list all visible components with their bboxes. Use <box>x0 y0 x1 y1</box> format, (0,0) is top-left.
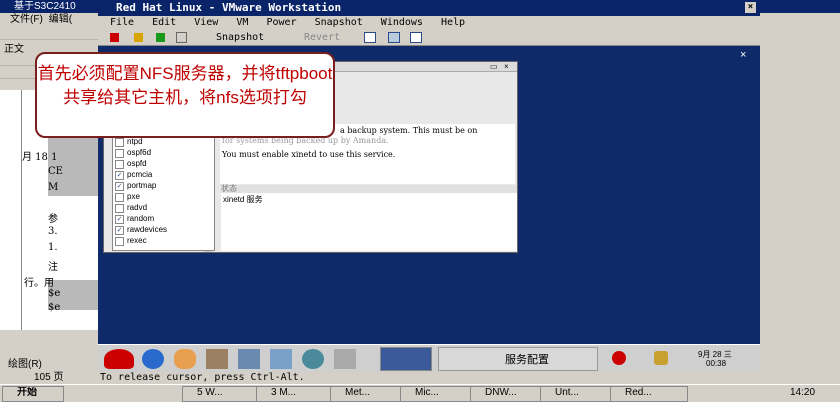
right-window-title <box>760 0 840 13</box>
checkbox-icon[interactable] <box>115 149 124 158</box>
vertical-ruler <box>0 90 22 330</box>
workspace-switcher[interactable] <box>380 347 432 371</box>
annotation-callout: 首先必须配置NFS服务器，并将tftpboot共享给其它主机，将nfs选项打勾 <box>35 52 335 138</box>
word-right-strip <box>760 0 840 384</box>
list-item[interactable]: ospfd <box>113 158 214 169</box>
status-value: xinetd 服务 <box>223 195 263 204</box>
windows-taskbar: 开始 5 W... 3 M... Met... Mic... DNW... Un… <box>0 384 840 402</box>
checkbox-icon[interactable] <box>115 237 124 246</box>
status-box: xinetd 服务 <box>221 193 517 251</box>
tools-icon[interactable] <box>206 349 228 369</box>
vmware-menu-bar: File Edit View VM Power Snapshot Windows… <box>98 16 760 30</box>
status-label: 状态 <box>221 185 517 193</box>
checkbox-icon[interactable] <box>115 160 124 169</box>
list-item[interactable]: ✓ pcmcia <box>113 169 214 180</box>
list-item[interactable]: ✓ random <box>113 213 214 224</box>
close-icon[interactable]: × <box>745 2 756 13</box>
full-screen-icon[interactable] <box>388 32 400 43</box>
doc-line: $e <box>48 288 61 299</box>
play-icon[interactable] <box>156 33 165 42</box>
gnome-panel: 服务配置 9月 28 三 00:38 <box>98 344 760 372</box>
doc-line: 行。用 <box>24 278 54 289</box>
menu-edit[interactable]: Edit <box>152 16 176 30</box>
checkbox-icon[interactable]: ✓ <box>115 215 124 224</box>
redhat-icon[interactable] <box>104 349 134 369</box>
vmware-toolbar: Snapshot Revert <box>98 30 760 46</box>
vmware-title-bar: Red Hat Linux - VMware Workstation × <box>98 0 760 16</box>
word-menu-edit[interactable]: 编辑( <box>49 14 72 25</box>
word-menu-bar: 文件(F) 编辑( <box>0 13 98 27</box>
window-minimize-icon[interactable]: ▭ <box>490 62 498 71</box>
menu-windows[interactable]: Windows <box>381 16 423 30</box>
menu-help[interactable]: Help <box>441 16 465 30</box>
list-item[interactable]: ospf6d <box>113 147 214 158</box>
list-item[interactable]: rexec <box>113 235 214 246</box>
list-item[interactable]: radvd <box>113 202 214 213</box>
word-title: 基于S3C2410 <box>14 1 76 12</box>
service-list: ntpd ospf6d ospfd ✓ pcmcia ✓ portmap pxe r… <box>112 135 215 251</box>
word-menu-file[interactable]: 文件(F) <box>10 14 43 25</box>
task-button-service-config[interactable]: 服务配置 <box>438 347 598 371</box>
vmware-title: Red Hat Linux - VMware Workstation <box>116 1 342 14</box>
menu-vm[interactable]: VM <box>236 16 248 30</box>
checkbox-icon[interactable]: ✓ <box>115 226 124 235</box>
window-close-icon[interactable]: × <box>504 62 509 71</box>
word-status-bar: 105 页 <box>34 372 64 383</box>
update-alert-icon[interactable] <box>612 351 626 365</box>
checkbox-icon[interactable]: ✓ <box>115 182 124 191</box>
summary-icon[interactable] <box>410 32 422 43</box>
tab-close-icon[interactable]: × <box>740 49 746 61</box>
menu-power[interactable]: Power <box>266 16 296 30</box>
checkbox-icon[interactable] <box>115 138 124 147</box>
doc-line: M <box>48 182 59 193</box>
mail-icon[interactable] <box>174 349 196 369</box>
list-item[interactable]: pxe <box>113 191 214 202</box>
doc-line: $e <box>48 302 61 313</box>
desc-line: a backup system. This must be on <box>340 126 478 135</box>
clock-time: 00:38 <box>706 359 727 368</box>
key-icon[interactable] <box>654 351 668 365</box>
quick-switch-icon[interactable] <box>364 32 376 43</box>
snapshot-button[interactable]: Snapshot <box>216 31 264 45</box>
word-draw-toolbar[interactable]: 绘图(R) <box>0 358 98 372</box>
doc-line: 参 <box>48 214 58 225</box>
printer-icon[interactable] <box>334 349 356 369</box>
word-toolbar <box>0 27 98 40</box>
menu-view[interactable]: View <box>194 16 218 30</box>
writer-icon[interactable] <box>270 349 292 369</box>
doc-line: CE <box>48 166 63 177</box>
taskbar-clock: 14:20 <box>790 387 816 398</box>
pause-icon[interactable] <box>134 33 143 42</box>
revert-button[interactable]: Revert <box>304 31 340 45</box>
word-title-bar: 基于S3C2410 <box>0 0 98 13</box>
menu-snapshot[interactable]: Snapshot <box>315 16 363 30</box>
checkbox-icon[interactable] <box>115 204 124 213</box>
menu-file[interactable]: File <box>110 16 134 30</box>
doc-line: 3. <box>48 226 58 237</box>
vmware-status-bar: To release cursor, press Ctrl-Alt. <box>98 372 760 384</box>
chart-icon[interactable] <box>302 349 324 369</box>
browser-icon[interactable] <box>142 349 164 369</box>
doc-line: 1. <box>48 242 58 253</box>
doc-line: 注 <box>48 262 58 273</box>
checkbox-icon[interactable]: ✓ <box>115 171 124 180</box>
list-item[interactable]: ✓ portmap <box>113 180 214 191</box>
checkbox-icon[interactable] <box>115 193 124 202</box>
terminal-icon[interactable] <box>238 349 260 369</box>
stop-icon[interactable] <box>110 33 119 42</box>
list-item[interactable]: ✓ rawdevices <box>113 224 214 235</box>
desc-line: You must enable xinetd to use this servi… <box>222 150 396 159</box>
refresh-icon[interactable] <box>176 32 187 43</box>
doc-line: 月 18 1 <box>22 152 58 163</box>
